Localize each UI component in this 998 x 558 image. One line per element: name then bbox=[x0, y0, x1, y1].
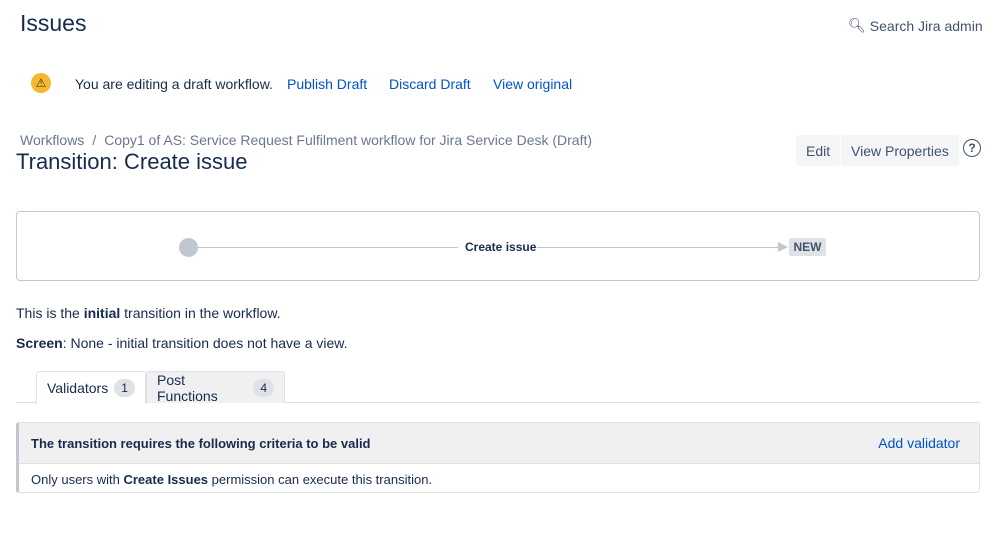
tab-post-functions[interactable]: Post Functions 4 bbox=[146, 371, 285, 404]
initial-info: This is the initial transition in the wo… bbox=[16, 305, 281, 321]
screen-label: Screen bbox=[16, 335, 63, 351]
transition-label: Create issue bbox=[465, 240, 537, 254]
tab-label: Post Functions bbox=[157, 371, 218, 404]
breadcrumb-workflow[interactable]: Copy1 of AS: Service Request Fulfilment … bbox=[104, 132, 592, 148]
transition-line bbox=[198, 247, 458, 248]
text: transition in the workflow. bbox=[120, 305, 281, 321]
publish-draft-link[interactable]: Publish Draft bbox=[287, 76, 367, 92]
tab-validators[interactable]: Validators 1 bbox=[36, 371, 146, 404]
text: permission can execute this transition. bbox=[208, 472, 433, 487]
add-validator-link[interactable]: Add validator bbox=[878, 435, 960, 451]
page-title: Transition: Create issue bbox=[16, 149, 248, 174]
search-label: Search Jira admin bbox=[869, 17, 983, 34]
draft-message: You are editing a draft workflow. bbox=[75, 76, 273, 92]
warning-icon: ⚠ bbox=[31, 73, 51, 93]
panel-heading: The transition requires the following cr… bbox=[31, 435, 371, 451]
text: Only users with bbox=[31, 472, 124, 487]
page-header-title: Issues bbox=[20, 10, 87, 36]
arrow-head-icon bbox=[778, 242, 788, 252]
transition-line bbox=[537, 247, 779, 248]
text-bold: initial bbox=[83, 305, 121, 321]
help-icon[interactable]: ? bbox=[963, 139, 981, 157]
tab-count-badge: 4 bbox=[253, 378, 274, 397]
breadcrumb-workflows[interactable]: Workflows bbox=[20, 132, 84, 148]
text-bold: Create Issues bbox=[123, 472, 209, 487]
breadcrumb-separator: / bbox=[92, 132, 97, 148]
search-icon: 🔍︎ bbox=[848, 17, 866, 33]
breadcrumb: Workflows / Copy1 of AS: Service Request F… bbox=[20, 132, 592, 148]
panel-header: The transition requires the following cr… bbox=[19, 423, 979, 464]
search-jira-admin-link[interactable]: 🔍︎ Search Jira admin bbox=[848, 17, 983, 34]
tab-label: Validators bbox=[47, 380, 109, 396]
validator-item: Only users with Create Issues permission… bbox=[19, 464, 979, 495]
initial-state-circle bbox=[179, 238, 198, 257]
view-properties-button[interactable]: View Properties bbox=[841, 135, 959, 166]
edit-button[interactable]: Edit bbox=[796, 135, 841, 166]
discard-draft-link[interactable]: Discard Draft bbox=[389, 76, 471, 92]
screen-value: : None - initial transition does not hav… bbox=[62, 335, 348, 351]
validators-panel: The transition requires the following cr… bbox=[16, 422, 980, 493]
status-lozenge: NEW bbox=[789, 238, 826, 256]
screen-info: Screen: None - initial transition does n… bbox=[16, 335, 348, 351]
text: This is the bbox=[16, 305, 84, 321]
tab-count-badge: 1 bbox=[114, 379, 135, 397]
view-original-link[interactable]: View original bbox=[493, 76, 572, 92]
